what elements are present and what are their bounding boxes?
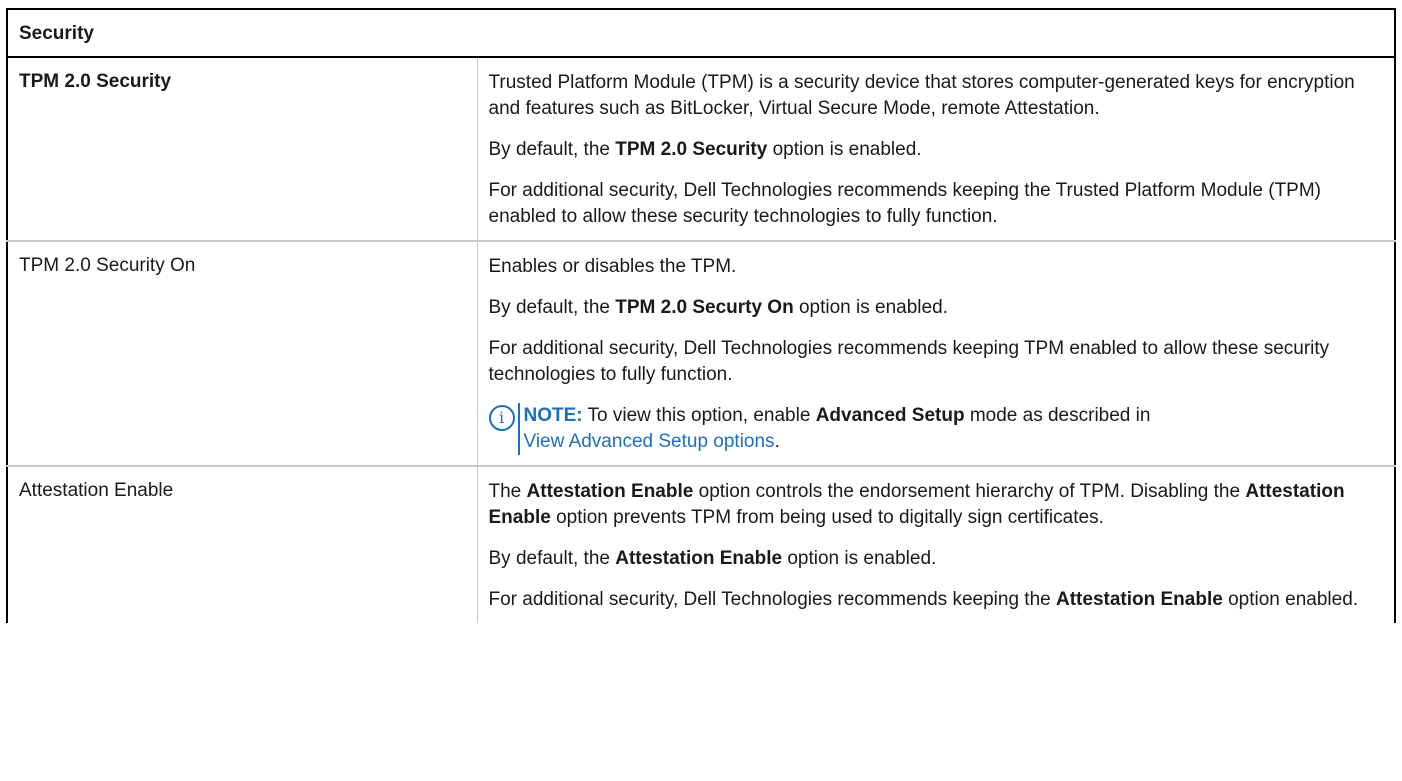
text-fragment: By default, the	[488, 297, 616, 318]
note-body: NOTE: To view this option, enable Advanc…	[517, 403, 1151, 455]
text-fragment: option enabled.	[1222, 589, 1359, 610]
option-name-tpm-security-on: TPM 2.0 Security On	[7, 241, 478, 467]
option-name-attestation-enable: Attestation Enable	[7, 466, 478, 623]
table-row: TPM 2.0 Security On Enables or disables …	[7, 241, 1395, 467]
bold-term: Advanced Setup	[815, 405, 965, 426]
description-paragraph: The Attestation Enable option controls t…	[489, 479, 1375, 531]
text-fragment: option is enabled.	[782, 548, 937, 569]
default-paragraph: By default, the TPM 2.0 Securty On optio…	[489, 295, 1375, 321]
bold-option-name: Attestation Enable	[615, 548, 783, 569]
bold-option-name: Attestation Enable	[1056, 589, 1223, 610]
text-fragment: By default, the	[488, 139, 616, 160]
option-description: Enables or disables the TPM. By default,…	[477, 241, 1395, 467]
text-fragment: option is enabled.	[793, 297, 948, 318]
text-fragment: option controls the endorsement hierarch…	[693, 481, 1246, 502]
note-callout: i NOTE: To view this option, enable Adva…	[488, 403, 1375, 455]
recommendation-paragraph: For additional security, Dell Technologi…	[489, 587, 1375, 613]
table-header-security: Security	[7, 9, 1395, 58]
table-header-row: Security	[7, 9, 1395, 58]
view-advanced-setup-link[interactable]: View Advanced Setup options	[524, 431, 775, 452]
description-paragraph: Enables or disables the TPM.	[488, 256, 737, 277]
text-fragment: To view this option, enable	[582, 405, 816, 426]
recommendation-paragraph: For additional security, Dell Technologi…	[488, 180, 1322, 227]
info-icon: i	[488, 405, 515, 431]
default-paragraph: By default, the TPM 2.0 Security option …	[489, 137, 1375, 163]
recommendation-paragraph: For additional security, Dell Technologi…	[488, 338, 1330, 385]
text-fragment: option prevents TPM from being used to d…	[550, 507, 1104, 528]
text-fragment: .	[774, 431, 780, 452]
note-label: NOTE:	[523, 405, 583, 426]
table-row: Attestation Enable The Attestation Enabl…	[7, 466, 1395, 623]
text-fragment: option is enabled.	[767, 139, 922, 160]
bold-option-name: TPM 2.0 Securty On	[615, 297, 794, 318]
bold-option-name: TPM 2.0 Security	[615, 139, 768, 160]
option-description: The Attestation Enable option controls t…	[477, 466, 1395, 623]
option-description: Trusted Platform Module (TPM) is a secur…	[477, 57, 1395, 242]
table-row: TPM 2.0 Security Trusted Platform Module…	[7, 57, 1395, 242]
text-fragment: mode as described in	[964, 405, 1151, 426]
security-options-table: Security TPM 2.0 Security Trusted Platfo…	[6, 8, 1396, 623]
default-paragraph: By default, the Attestation Enable optio…	[489, 546, 1375, 572]
text-fragment: By default, the	[488, 548, 616, 569]
text-fragment: The	[488, 481, 527, 502]
text-fragment: For additional security, Dell Technologi…	[488, 589, 1056, 610]
bold-option-name: Attestation Enable	[526, 481, 694, 502]
option-name-tpm-security: TPM 2.0 Security	[7, 57, 478, 242]
description-paragraph: Trusted Platform Module (TPM) is a secur…	[488, 72, 1355, 119]
